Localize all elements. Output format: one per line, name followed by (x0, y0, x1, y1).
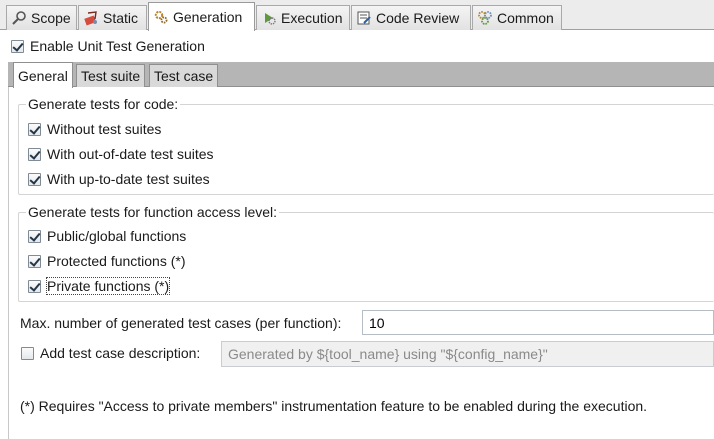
execution-icon (265, 13, 276, 25)
tab-generation-label: Generation (173, 9, 243, 25)
tab-test-suite-label: Test suite (81, 68, 141, 84)
static-icon (84, 11, 97, 26)
add-description-checkbox[interactable] (21, 347, 34, 360)
tab-code-review-label: Code Review (376, 10, 460, 26)
enable-unit-test-generation-label: Enable Unit Test Generation (30, 38, 205, 54)
private-functions-label: Private functions (*) (45, 277, 171, 295)
tab-code-review[interactable]: Code Review (351, 5, 471, 30)
protected-functions-label: Protected functions (*) (47, 253, 186, 269)
tab-test-case-label: Test case (154, 68, 214, 84)
without-test-suites-checkbox[interactable] (28, 123, 41, 136)
footnote-text: (*) Requires "Access to private members"… (20, 398, 648, 414)
add-description-label: Add test case description: (40, 345, 201, 361)
protected-functions-checkbox[interactable] (28, 255, 41, 268)
top-tab-strip: Scope Static Generation Execution Code R… (0, 0, 714, 31)
access-group-title: Generate tests for function access level… (26, 204, 280, 220)
public-functions-label: Public/global functions (47, 228, 187, 244)
tab-general[interactable]: General (13, 62, 73, 88)
tab-generation[interactable]: Generation (148, 2, 255, 31)
tab-execution[interactable]: Execution (256, 5, 350, 30)
tab-common[interactable]: Common (472, 5, 562, 30)
scope-icon (12, 11, 26, 25)
max-cases-input[interactable] (362, 310, 714, 335)
private-functions-checkbox[interactable] (28, 280, 41, 293)
out-of-date-test-suites-checkbox[interactable] (28, 148, 41, 161)
without-test-suites-label: Without test suites (47, 121, 162, 137)
tab-test-suite[interactable]: Test suite (76, 64, 146, 87)
tab-test-case[interactable]: Test case (149, 64, 219, 87)
public-functions-checkbox[interactable] (28, 230, 41, 243)
code-group-title: Generate tests for code: (26, 96, 181, 112)
tab-static[interactable]: Static (78, 5, 147, 30)
enable-unit-test-generation-checkbox[interactable] (11, 40, 24, 53)
tab-execution-label: Execution (281, 10, 343, 26)
max-cases-label: Max. number of generated test cases (per… (20, 315, 342, 331)
tab-scope-label: Scope (31, 10, 71, 26)
tab-static-label: Static (103, 10, 139, 26)
up-to-date-test-suites-checkbox[interactable] (28, 173, 41, 186)
common-icon (478, 11, 492, 25)
code-review-icon (357, 11, 371, 25)
out-of-date-test-suites-label: With out-of-date test suites (47, 146, 214, 162)
description-input[interactable] (221, 341, 714, 367)
up-to-date-test-suites-label: With up-to-date test suites (47, 171, 210, 187)
tab-general-label: General (18, 67, 68, 84)
tab-common-label: Common (497, 10, 554, 26)
tab-scope[interactable]: Scope (6, 5, 77, 30)
generation-icon (154, 10, 168, 24)
